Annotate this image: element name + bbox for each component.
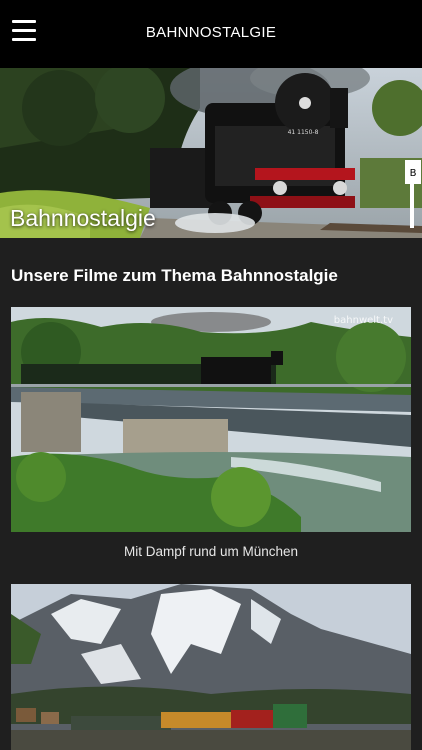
film-card-alpine[interactable]: [11, 584, 411, 750]
content-area: Unsere Filme zum Thema Bahnnostalgie bah…: [0, 238, 422, 750]
film-watermark: bahnwelt.tv: [333, 315, 393, 326]
film-caption: Mit Dampf rund um München: [123, 544, 299, 559]
film-card-dampf-muenchen[interactable]: bahnwelt.tv Mit Dampf rund um München: [11, 307, 411, 559]
top-bar: BAHNNOSTALGIE: [0, 0, 422, 68]
svg-text:B: B: [410, 168, 417, 179]
hero-label: Bahnnostalgie: [10, 205, 156, 231]
page-title: BAHNNOSTALGIE: [145, 24, 277, 41]
hero-banner[interactable]: 41 1150-8 B Bahnnostalgie: [0, 68, 422, 238]
svg-text:41 1150-8: 41 1150-8: [288, 129, 319, 136]
film-thumbnail: [11, 584, 411, 750]
section-heading: Unsere Filme zum Thema Bahnnostalgie: [11, 266, 338, 285]
film-thumbnail: [11, 307, 411, 532]
